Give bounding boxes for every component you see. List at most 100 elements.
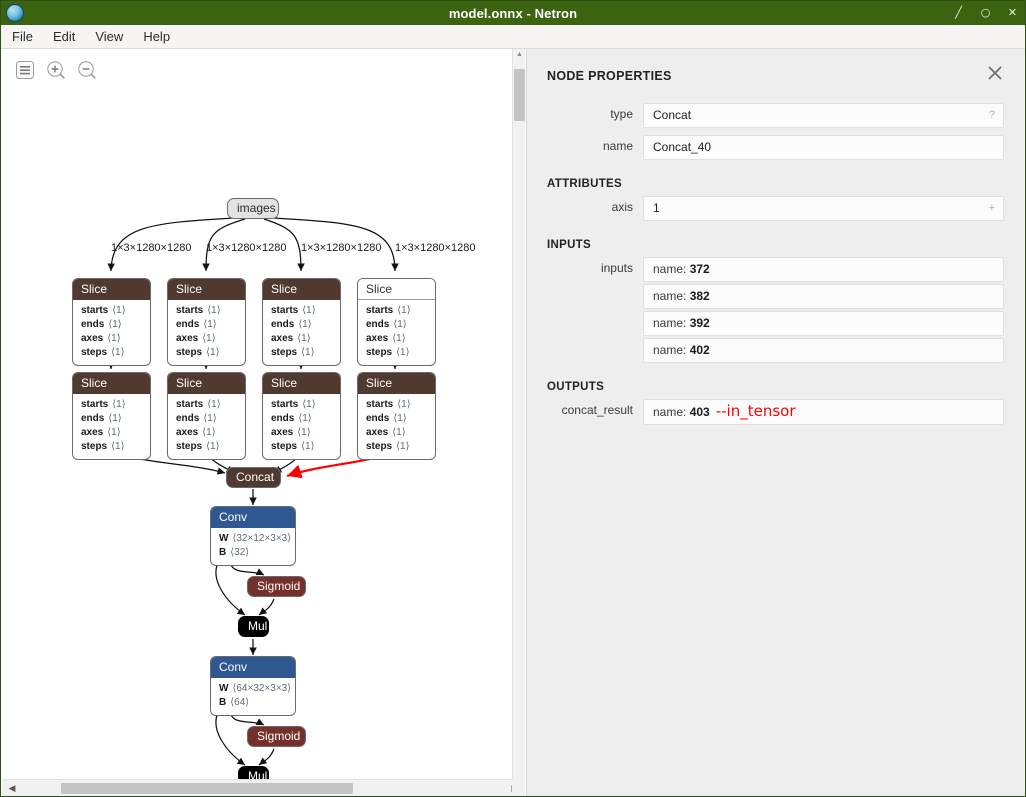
attribute-label: axis xyxy=(611,200,633,214)
node-attributes: starts ⟨1⟩ ends ⟨1⟩ axes ⟨1⟩ steps ⟨1⟩ xyxy=(73,300,150,365)
property-label: type xyxy=(610,107,633,121)
graph-node-sigmoid[interactable]: Sigmoid xyxy=(247,726,306,747)
edge-label-0: 1×3×1280×1280 xyxy=(111,242,192,254)
attr-key: steps xyxy=(271,347,298,358)
name-value-field[interactable]: Concat_40 xyxy=(643,135,1004,160)
attr-value: ⟨32⟩ xyxy=(230,547,250,558)
graph-node-slice[interactable]: Slice starts ⟨1⟩ ends ⟨1⟩ axes ⟨1⟩ steps ⟨1⟩ xyxy=(357,372,436,460)
node-attributes: starts ⟨1⟩ ends ⟨1⟩ axes ⟨1⟩ steps ⟨1⟩ xyxy=(358,394,435,459)
graph-node-conv[interactable]: Conv W ⟨32×12×3×3⟩ B ⟨32⟩ xyxy=(210,506,296,566)
attr-key: W xyxy=(219,683,229,694)
type-help-icon[interactable]: ? xyxy=(989,104,995,127)
output-item[interactable]: name: 403 --in_tensor xyxy=(643,399,1004,425)
attr-value: ⟨1⟩ xyxy=(392,333,406,344)
type-value-field[interactable]: Concat ? xyxy=(643,103,1004,128)
graph-vertical-scrollbar[interactable]: ▲ xyxy=(512,49,525,779)
node-header: Conv xyxy=(211,507,295,528)
attr-value: ⟨1⟩ xyxy=(203,319,217,330)
attr-value: ⟨1⟩ xyxy=(206,347,220,358)
graph-node-sigmoid[interactable]: Sigmoid xyxy=(247,576,306,597)
property-row-type: type Concat ? xyxy=(547,103,1004,130)
graph-node-mul[interactable]: Mul xyxy=(238,616,269,637)
close-icon[interactable] xyxy=(985,63,1005,83)
input-item[interactable]: name: 402 xyxy=(643,338,1004,363)
input-item[interactable]: name: 372 xyxy=(643,257,1004,282)
input-item[interactable]: name: 392 xyxy=(643,311,1004,336)
graph-node-slice[interactable]: Slice starts ⟨1⟩ ends ⟨1⟩ axes ⟨1⟩ steps ⟨1⟩ xyxy=(262,372,341,460)
axis-value-field[interactable]: 1 + xyxy=(643,196,1004,221)
graph-node-slice[interactable]: Slice starts ⟨1⟩ ends ⟨1⟩ axes ⟨1⟩ steps ⟨1⟩ xyxy=(167,372,246,460)
attr-key: axes xyxy=(366,427,389,438)
graph-node-images[interactable]: images xyxy=(227,198,279,219)
graph-toolbar xyxy=(14,59,98,81)
attr-key: B xyxy=(219,697,227,708)
property-label: name xyxy=(602,139,633,153)
attr-key: ends xyxy=(271,319,295,330)
attr-key: ends xyxy=(366,319,390,330)
menu-help[interactable]: Help xyxy=(134,27,179,46)
attr-value: ⟨1⟩ xyxy=(302,399,316,410)
zoom-out-icon[interactable] xyxy=(76,59,98,81)
close-button[interactable]: ✕ xyxy=(1006,6,1019,20)
menu-toggle-icon[interactable] xyxy=(14,59,36,81)
attr-key: starts xyxy=(271,399,299,410)
scroll-up-arrow[interactable]: ▲ xyxy=(513,51,525,59)
minimize-button[interactable]: ╱ xyxy=(952,6,965,20)
axis-expand-icon[interactable]: + xyxy=(989,197,995,220)
scrollbar-corner xyxy=(512,779,525,796)
attr-value: ⟨1⟩ xyxy=(107,333,121,344)
attr-value: ⟨1⟩ xyxy=(297,427,311,438)
window-title: model.onnx - Netron xyxy=(448,5,578,21)
node-header: Slice xyxy=(358,373,435,394)
attr-value: ⟨1⟩ xyxy=(298,319,312,330)
input-value: 392 xyxy=(689,316,710,330)
graph-node-slice[interactable]: Slice starts ⟨1⟩ ends ⟨1⟩ axes ⟨1⟩ steps ⟨1⟩ xyxy=(357,278,436,366)
maximize-button[interactable]: ○ xyxy=(979,6,992,20)
attr-value: ⟨1⟩ xyxy=(396,441,410,452)
menu-view[interactable]: View xyxy=(86,27,132,46)
input-prefix: name: xyxy=(653,343,690,357)
attr-value: ⟨1⟩ xyxy=(397,305,411,316)
input-value: 382 xyxy=(689,289,710,303)
attr-value: ⟨1⟩ xyxy=(393,319,407,330)
attr-key: axes xyxy=(271,427,294,438)
menu-file[interactable]: File xyxy=(3,27,42,46)
inputs-label: inputs xyxy=(600,261,633,275)
attr-key: axes xyxy=(176,333,199,344)
type-value: Concat xyxy=(653,108,692,122)
node-attributes: starts ⟨1⟩ ends ⟨1⟩ axes ⟨1⟩ steps ⟨1⟩ xyxy=(263,300,340,365)
graph-canvas[interactable]: images 1×3×1280×1280 1×3×1280×1280 1×3×1… xyxy=(2,49,512,787)
outputs-label: concat_result xyxy=(561,403,633,417)
attr-value: ⟨1⟩ xyxy=(297,333,311,344)
attr-value: ⟨1⟩ xyxy=(298,413,312,424)
scroll-left-arrow[interactable]: ◀ xyxy=(5,782,19,794)
zoom-in-icon[interactable] xyxy=(45,59,67,81)
graph-node-slice[interactable]: Slice starts ⟨1⟩ ends ⟨1⟩ axes ⟨1⟩ steps ⟨1⟩ xyxy=(262,278,341,366)
attr-key: starts xyxy=(81,305,109,316)
attr-value: ⟨1⟩ xyxy=(396,347,410,358)
edge-label-2: 1×3×1280×1280 xyxy=(301,242,382,254)
input-item[interactable]: name: 382 xyxy=(643,284,1004,309)
input-prefix: name: xyxy=(653,289,690,303)
graph-node-concat[interactable]: Concat xyxy=(226,467,281,488)
attr-key: B xyxy=(219,547,227,558)
graph-horizontal-scrollbar[interactable]: ◀ ▶ xyxy=(2,779,525,796)
attr-key: starts xyxy=(366,305,394,316)
input-prefix: name: xyxy=(653,316,690,330)
graph-node-slice[interactable]: Slice starts ⟨1⟩ ends ⟨1⟩ axes ⟨1⟩ steps ⟨1⟩ xyxy=(72,278,151,366)
graph-node-conv[interactable]: Conv W ⟨64×32×3×3⟩ B ⟨64⟩ xyxy=(210,656,296,716)
node-attributes: W ⟨64×32×3×3⟩ B ⟨64⟩ xyxy=(211,678,295,715)
attr-value: ⟨1⟩ xyxy=(202,333,216,344)
menu-edit[interactable]: Edit xyxy=(44,27,84,46)
node-header: Slice xyxy=(73,279,150,300)
graph-node-slice[interactable]: Slice starts ⟨1⟩ ends ⟨1⟩ axes ⟨1⟩ steps ⟨1⟩ xyxy=(167,278,246,366)
node-attributes: starts ⟨1⟩ ends ⟨1⟩ axes ⟨1⟩ steps ⟨1⟩ xyxy=(73,394,150,459)
attr-key: axes xyxy=(81,333,104,344)
section-inputs: INPUTS xyxy=(547,239,591,251)
vertical-scroll-thumb[interactable] xyxy=(514,69,525,121)
panel-header: NODE PROPERTIES xyxy=(527,49,1025,89)
horizontal-scroll-thumb[interactable] xyxy=(61,783,353,794)
attr-value: ⟨1⟩ xyxy=(301,347,315,358)
attr-key: ends xyxy=(176,413,200,424)
graph-node-slice[interactable]: Slice starts ⟨1⟩ ends ⟨1⟩ axes ⟨1⟩ steps ⟨1⟩ xyxy=(72,372,151,460)
